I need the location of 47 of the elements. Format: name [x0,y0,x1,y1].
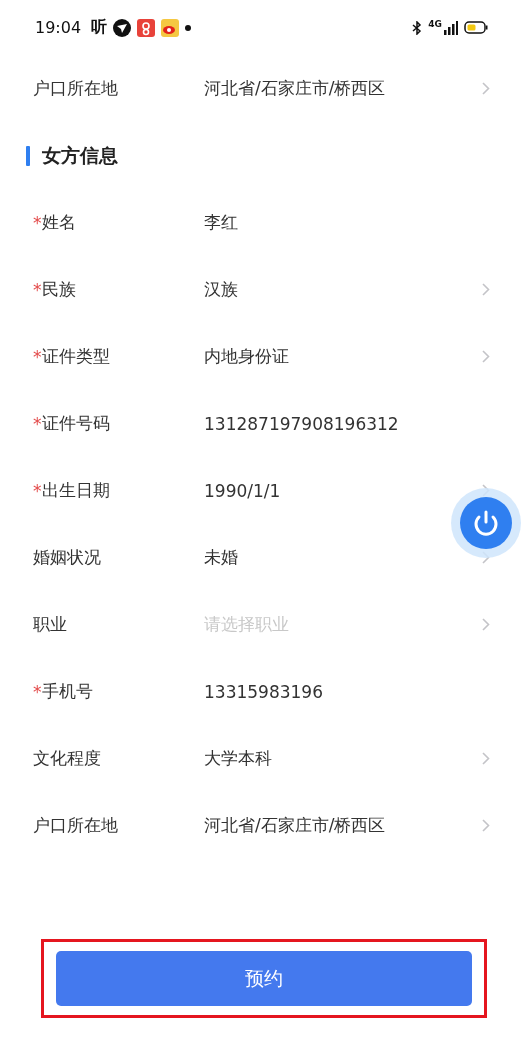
chevron-icon[interactable] [482,752,490,765]
field-value: 汉族 [204,278,239,301]
app-icon [137,18,156,37]
field-label: 婚姻状况 [33,546,101,569]
required-mark: * [33,681,42,702]
required-mark: * [33,480,42,501]
field-label: 证件类型 [41,345,110,368]
chevron-icon[interactable] [482,350,490,363]
chevron-icon[interactable] [482,819,490,832]
field-value: 河北省/石家庄市/桥西区 [204,77,387,100]
bluetooth-icon [412,20,423,35]
required-mark: * [33,413,42,434]
field-value: 1990/1/1 [204,480,282,501]
field-value: 大学本科 [204,747,273,770]
app-glyph-icon: 听 [91,17,108,38]
field-label: 户口所在地 [33,77,119,100]
required-mark: * [33,279,42,300]
eye-app-icon [161,18,180,37]
field-label: 户口所在地 [33,814,118,837]
reserve-button[interactable]: 预约 [56,951,472,1006]
chevron-icon[interactable] [482,283,490,296]
field-value: 13315983196 [204,681,324,702]
battery-icon [464,21,488,34]
field-value: 李红 [204,211,239,234]
status-time: 19:04 [35,18,82,37]
field-label: 职业 [33,613,67,636]
required-mark: * [33,346,42,367]
section-marker [26,145,30,166]
chevron-icon[interactable] [482,618,490,631]
field-label: 手机号 [41,680,93,703]
field-value: 131287197908196312 [204,413,400,434]
field-value: 河北省/石家庄市/桥西区 [204,814,387,837]
dot-icon [185,24,192,31]
field-value: 未婚 [204,546,239,569]
plane-icon [113,18,132,37]
network-label: 4G [428,19,442,29]
field-label: 姓名 [41,211,76,234]
field-label: 证件号码 [41,412,110,435]
field-label: 民族 [41,278,76,301]
section-title: 女方信息 [42,142,118,168]
chevron-icon[interactable] [482,82,490,95]
signal-icon [444,20,458,35]
power-float-button[interactable] [450,487,522,559]
required-mark: * [33,212,42,233]
field-value: 内地身份证 [204,345,290,368]
field-label: 出生日期 [41,479,110,502]
field-label: 文化程度 [33,747,101,770]
